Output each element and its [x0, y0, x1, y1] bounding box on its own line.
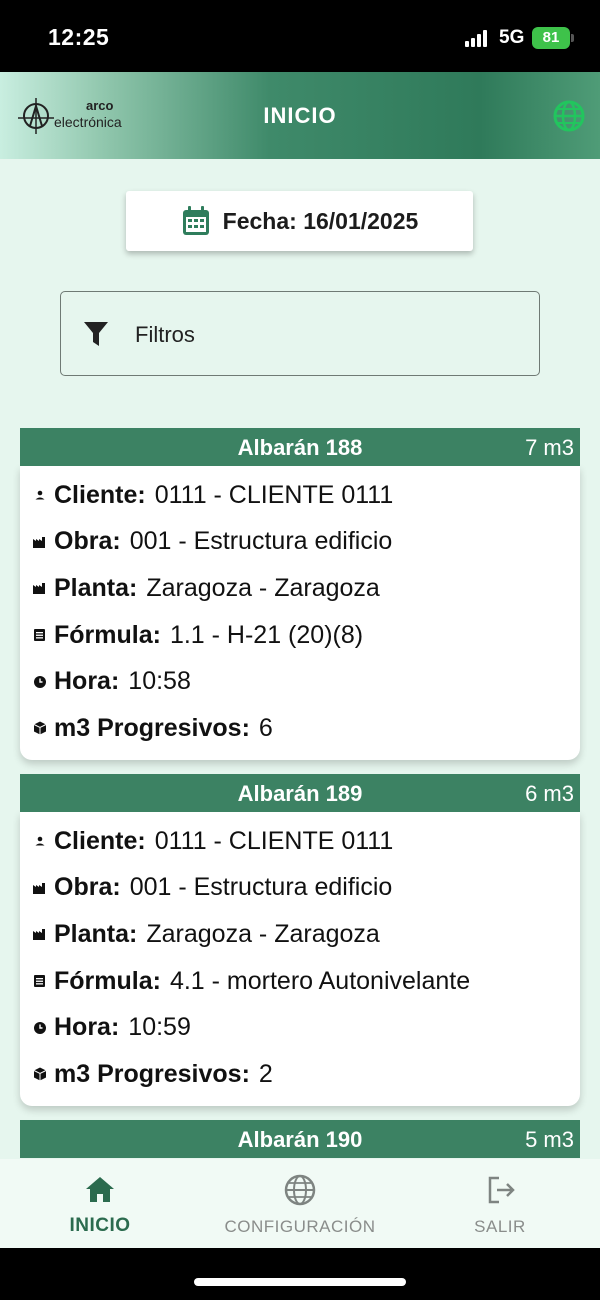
filter-icon: [84, 322, 108, 346]
detail-label: Planta:: [54, 573, 138, 602]
detail-label: m3 Progresivos:: [54, 713, 250, 742]
list-icon: [34, 975, 45, 988]
clock-icon: [34, 1021, 46, 1034]
detail-row-hora: Hora: 10:58: [20, 658, 580, 705]
page-title: INICIO: [263, 103, 337, 128]
card-quantity: 5 m3: [525, 1127, 574, 1152]
detail-row-formula: Fórmula: 1.1 - H-21 (20)(8): [20, 612, 580, 659]
detail-row-m3: m3 Progresivos: 2: [20, 1051, 580, 1098]
detail-label: m3 Progresivos:: [54, 1059, 250, 1088]
status-time: 12:25: [48, 24, 110, 50]
detail-value: 4.1 - mortero Autonivelante: [169, 966, 471, 995]
signal-icon: [465, 30, 491, 47]
detail-label: Cliente:: [54, 826, 146, 855]
factory-icon: [33, 882, 45, 894]
detail-row-planta: Planta: Zaragoza - Zaragoza: [20, 911, 580, 958]
detail-value: 0111 - CLIENTE 0111: [154, 480, 394, 509]
home-indicator[interactable]: [194, 1278, 406, 1286]
card-body: Cliente: 0111 - CLIENTE 0111 Obra: 001 -…: [20, 812, 580, 1106]
card-title: Albarán 188: [237, 435, 363, 460]
detail-row-cliente: Cliente: 0111 - CLIENTE 0111: [20, 472, 580, 519]
nav-label: CONFIGURACIÓN: [224, 1217, 376, 1236]
card-header: Albarán 189 6 m3: [20, 774, 580, 812]
albaran-card[interactable]: Albarán 190 5 m3: [20, 1120, 580, 1158]
person-icon: [35, 490, 45, 500]
detail-row-cliente: Cliente: 0111 - CLIENTE 0111: [20, 818, 580, 865]
battery-icon: 81: [532, 27, 574, 49]
cube-icon: [33, 721, 47, 735]
filters-button[interactable]: Filtros: [60, 291, 540, 376]
card-header: Albarán 188 7 m3: [20, 428, 580, 466]
detail-value: 6: [258, 713, 273, 742]
detail-row-planta: Planta: Zaragoza - Zaragoza: [20, 565, 580, 612]
status-bar: 12:25 5G 81: [0, 0, 600, 72]
app-header: arco electrónica INICIO: [0, 72, 600, 159]
network-type: 5G: [499, 27, 525, 48]
detail-row-hora: Hora: 10:59: [20, 1004, 580, 1051]
cube-icon: [33, 1067, 47, 1081]
detail-value: Zaragoza - Zaragoza: [146, 573, 380, 602]
nav-label: INICIO: [69, 1215, 131, 1236]
date-label: Fecha: 16/01/2025: [222, 207, 419, 234]
detail-row-m3: m3 Progresivos: 6: [20, 705, 580, 752]
detail-label: Fórmula:: [54, 620, 161, 649]
albaran-card[interactable]: Albarán 188 7 m3 Cliente: 0111 - CLIENTE…: [20, 428, 580, 760]
card-quantity: 6 m3: [525, 781, 574, 806]
nav-item-salir[interactable]: SALIR: [400, 1173, 600, 1237]
albaran-card[interactable]: Albarán 189 6 m3 Cliente: 0111 - CLIENTE…: [20, 774, 580, 1106]
factory-icon: [33, 536, 45, 548]
bottom-nav: INICIO CONFIGURACIÓN SALIR: [0, 1159, 600, 1248]
detail-value: 0111 - CLIENTE 0111: [154, 826, 394, 855]
nav-item-inicio[interactable]: INICIO: [0, 1173, 200, 1237]
detail-value: 10:59: [128, 1013, 191, 1042]
detail-value: 10:58: [128, 667, 191, 696]
card-title: Albarán 189: [237, 781, 363, 806]
factory-icon: [33, 583, 45, 595]
factory-icon: [33, 929, 45, 941]
detail-label: Cliente:: [54, 480, 146, 509]
home-icon: [86, 1177, 114, 1202]
detail-value: 001 - Estructura edificio: [129, 527, 393, 556]
detail-label: Hora:: [54, 667, 120, 696]
detail-row-obra: Obra: 001 - Estructura edificio: [20, 519, 580, 566]
detail-value: 2: [258, 1059, 273, 1088]
detail-label: Fórmula:: [54, 966, 161, 995]
home-indicator-area: [0, 1248, 600, 1300]
detail-label: Obra:: [54, 873, 121, 902]
clock-icon: [34, 675, 46, 688]
detail-value: 001 - Estructura edificio: [129, 873, 393, 902]
detail-label: Hora:: [54, 1013, 120, 1042]
card-header: Albarán 190 5 m3: [20, 1120, 580, 1158]
detail-value: 1.1 - H-21 (20)(8): [169, 620, 364, 649]
detail-row-obra: Obra: 001 - Estructura edificio: [20, 865, 580, 912]
detail-row-formula: Fórmula: 4.1 - mortero Autonivelante: [20, 958, 580, 1005]
detail-label: Planta:: [54, 919, 138, 948]
globe-icon: [284, 1174, 316, 1206]
card-title: Albarán 190: [237, 1127, 363, 1152]
nav-item-configuracion[interactable]: CONFIGURACIÓN: [200, 1173, 400, 1237]
nav-label: SALIR: [474, 1217, 526, 1236]
card-body: Cliente: 0111 - CLIENTE 0111 Obra: 001 -…: [20, 466, 580, 760]
detail-label: Obra:: [54, 527, 121, 556]
detail-value: Zaragoza - Zaragoza: [146, 919, 380, 948]
list-icon: [34, 629, 45, 642]
card-quantity: 7 m3: [525, 435, 574, 460]
logout-icon: [488, 1176, 515, 1204]
main-content: Fecha: 16/01/2025 Filtros Albarán 188 7 …: [0, 159, 600, 1159]
date-selector[interactable]: Fecha: 16/01/2025: [126, 191, 473, 251]
calendar-icon: [182, 206, 209, 235]
globe-icon[interactable]: [552, 99, 586, 133]
filters-label: Filtros: [135, 322, 195, 347]
person-icon: [35, 836, 45, 846]
